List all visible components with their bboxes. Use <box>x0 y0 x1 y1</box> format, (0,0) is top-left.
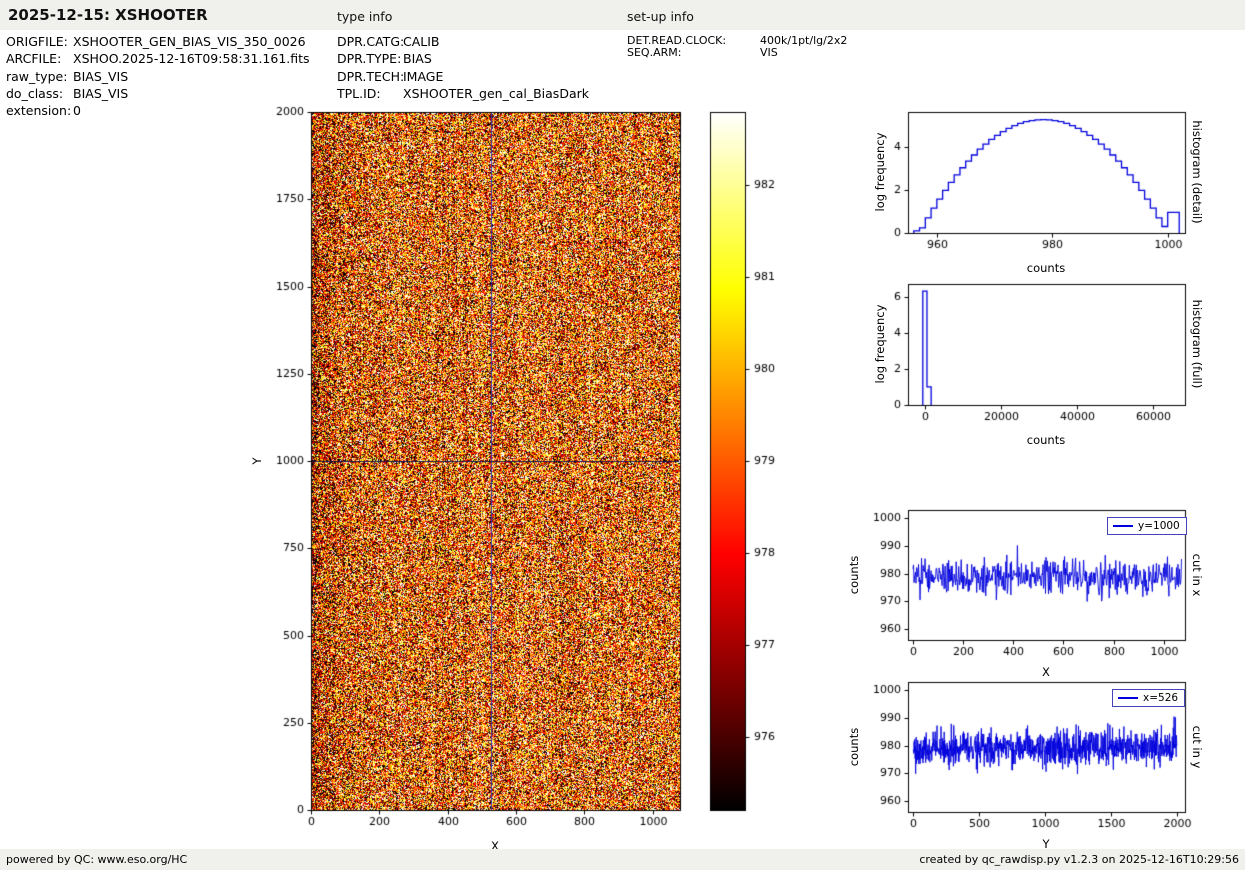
info-row-raw-type: raw_type: BIAS_VIS <box>6 69 128 84</box>
info-value: CALIB <box>403 34 440 49</box>
cut-x-legend-label: y=1000 <box>1138 520 1180 532</box>
info-value: XSHOOTER_gen_cal_BiasDark <box>403 86 589 101</box>
legend-line-swatch <box>1113 525 1133 527</box>
info-row-origfile: ORIGFILE: XSHOOTER_GEN_BIAS_VIS_350_0026 <box>6 34 306 49</box>
cut-y-legend: x=526 <box>1112 689 1186 707</box>
cut-y-legend-label: x=526 <box>1143 692 1179 704</box>
info-key: TPL.ID: <box>337 86 381 101</box>
info-key: ARCFILE: <box>6 51 62 66</box>
info-row-do-class: do_class: BIAS_VIS <box>6 86 128 101</box>
info-key: DPR.TECH: <box>337 69 405 84</box>
info-row-dpr-tech: DPR.TECH:IMAGE <box>337 69 443 84</box>
info-row-dpr-catg: DPR.CATG:CALIB <box>337 34 440 49</box>
colorbar <box>705 105 790 820</box>
info-value: IMAGE <box>403 69 444 84</box>
info-value: XSHOOTER_GEN_BIAS_VIS_350_0026 <box>73 34 306 49</box>
info-key: raw_type: <box>6 69 68 84</box>
colorbar-canvas <box>705 105 790 820</box>
bias-image-canvas <box>250 100 695 860</box>
qc-report-page: 2025-12-15: XSHOOTER type info set-up in… <box>0 0 1245 870</box>
cut-y-ylabel: counts <box>847 727 861 767</box>
legend-line-swatch <box>1118 697 1138 699</box>
cut-y-side-label: cut in y <box>1190 725 1204 769</box>
histogram-detail-chart <box>865 100 1210 260</box>
histogram-full-canvas <box>865 272 1210 432</box>
bias-image-chart <box>250 100 695 860</box>
histogram-full-chart <box>865 272 1210 432</box>
info-row-tpl-id: TPL.ID: XSHOOTER_gen_cal_BiasDark <box>337 86 589 101</box>
info-value: 0 <box>73 103 81 118</box>
histogram-detail-side-label: histogram (detail) <box>1190 120 1204 224</box>
info-row-arcfile: ARCFILE: XSHOO.2025-12-16T09:58:31.161.fi… <box>6 51 310 66</box>
histogram-detail-ylabel: log frequency <box>873 132 887 212</box>
type-info-heading: type info <box>337 9 393 24</box>
info-value: BIAS <box>403 51 432 66</box>
page-title: 2025-12-15: XSHOOTER <box>8 6 208 24</box>
cut-x-ylabel: counts <box>847 555 861 595</box>
info-row-seq-arm: SEQ.ARM: VIS <box>627 46 778 59</box>
info-key: ORIGFILE: <box>6 34 68 49</box>
info-value: BIAS_VIS <box>73 69 129 84</box>
info-key: DPR.TYPE: <box>337 51 402 66</box>
histogram-full-ylabel: log frequency <box>873 304 887 384</box>
cut-x-legend: y=1000 <box>1107 517 1187 535</box>
histogram-full-side-label: histogram (full) <box>1190 299 1204 389</box>
info-value: XSHOO.2025-12-16T09:58:31.161.fits <box>73 51 310 66</box>
info-key: DPR.CATG: <box>337 34 405 49</box>
info-key: extension: <box>6 103 72 118</box>
histogram-detail-canvas <box>865 100 1210 260</box>
info-value: VIS <box>760 46 778 59</box>
histogram-full-xlabel: counts <box>1026 433 1066 447</box>
info-row-extension: extension: 0 <box>6 103 81 118</box>
bias-y-axis-label: Y <box>250 457 264 465</box>
footer-bar: powered by QC: www.eso.org/HC created by… <box>0 849 1245 870</box>
info-row-dpr-type: DPR.TYPE: BIAS <box>337 51 432 66</box>
cut-x-side-label: cut in x <box>1190 553 1204 597</box>
footer-right-text: created by qc_rawdisp.py v1.2.3 on 2025-… <box>919 853 1239 866</box>
info-value: BIAS_VIS <box>73 86 129 101</box>
info-key: SEQ.ARM: <box>627 46 682 59</box>
footer-left-text: powered by QC: www.eso.org/HC <box>6 853 188 866</box>
setup-info-heading: set-up info <box>627 9 694 24</box>
info-key: do_class: <box>6 86 64 101</box>
